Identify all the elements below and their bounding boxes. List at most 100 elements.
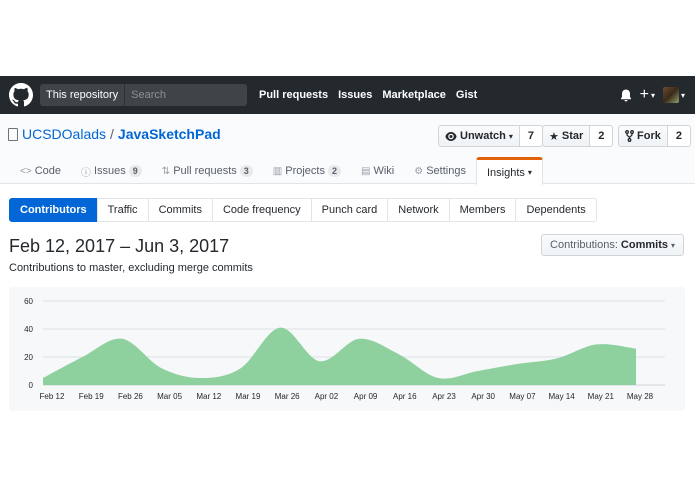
date-range-title: Feb 12, 2017 – Jun 3, 2017 <box>9 236 230 256</box>
tab-projects[interactable]: ▥ Projects 2 <box>263 157 351 185</box>
subnav-members[interactable]: Members <box>448 198 517 222</box>
issue-icon: ⓘ <box>80 167 91 179</box>
fork-icon <box>625 130 634 142</box>
x-tick-label: Apr 02 <box>315 392 339 401</box>
x-tick-label: Apr 23 <box>432 392 456 401</box>
chevron-down-icon: ▾ <box>527 168 532 177</box>
x-tick-label: Mar 19 <box>236 392 261 401</box>
watchers-count[interactable]: 7 <box>519 125 543 147</box>
y-tick-label: 40 <box>24 325 33 334</box>
x-tick-label: Feb 19 <box>79 392 104 401</box>
star-button[interactable]: ★ Star <box>542 125 591 147</box>
contributions-type-dropdown[interactable]: Contributions: Commits ▾ <box>541 234 684 256</box>
fork-label: Fork <box>637 130 661 142</box>
x-tick-label: Apr 09 <box>354 392 378 401</box>
tab-issues[interactable]: ⓘ Issues 9 <box>71 157 152 185</box>
insights-subnav: Contributors Traffic Commits Code freque… <box>9 198 597 222</box>
tab-wiki[interactable]: ▤ Wiki <box>351 157 404 185</box>
repo-nav: <> Code ⓘ Issues 9 ⇅ Pull requests 3 ▥ P… <box>0 157 543 186</box>
subnav-punch-card[interactable]: Punch card <box>310 198 389 222</box>
search-input[interactable] <box>125 84 246 106</box>
pull-requests-counter: 3 <box>239 165 253 177</box>
chevron-down-icon: ▾ <box>650 90 655 100</box>
tab-code-label: Code <box>34 165 61 177</box>
dropdown-value: Commits <box>620 239 668 251</box>
chevron-down-icon: ▾ <box>680 90 685 100</box>
code-icon: <> <box>20 165 32 177</box>
project-icon: ▥ <box>272 165 283 177</box>
tab-pull-requests-label: Pull requests <box>173 165 237 177</box>
plus-icon: + <box>639 86 649 103</box>
x-tick-label: May 07 <box>509 392 536 401</box>
nav-issues[interactable]: Issues <box>338 89 372 101</box>
pull-request-icon: ⇅ <box>161 165 171 177</box>
watch-group: Unwatch ▾ 7 <box>438 125 543 147</box>
repo-title: UCSDOalads / JavaSketchPad <box>8 126 221 142</box>
create-new-button[interactable]: + ▾ <box>640 87 655 103</box>
github-logo-icon[interactable] <box>9 83 33 107</box>
subnav-code-frequency[interactable]: Code frequency <box>211 198 312 222</box>
contributions-chart: 0 20 40 60 Feb 12 Feb 19 Feb 26 Mar 05 Mar 12 Mar… <box>9 287 685 411</box>
x-tick-label: Feb 26 <box>118 392 143 401</box>
bell-icon[interactable] <box>620 89 632 102</box>
repo-header: UCSDOalads / JavaSketchPad Unwatch ▾ 7 ★… <box>0 114 695 186</box>
x-tick-label: Mar 12 <box>196 392 221 401</box>
projects-counter: 2 <box>328 165 342 177</box>
tab-settings[interactable]: ⚙ Settings <box>404 157 476 185</box>
eye-icon <box>445 131 457 141</box>
repo-separator: / <box>110 126 114 142</box>
star-label: Star <box>561 130 584 142</box>
profile-menu-button[interactable]: ▾ <box>662 87 685 103</box>
repo-name-link[interactable]: JavaSketchPad <box>118 126 221 142</box>
nav-gist[interactable]: Gist <box>456 89 477 101</box>
dropdown-prefix: Contributions: <box>550 239 618 251</box>
subnav-contributors[interactable]: Contributors <box>9 198 98 222</box>
subnav-commits[interactable]: Commits <box>147 198 213 222</box>
search-scope: This repository <box>40 84 247 106</box>
nav-pull-requests[interactable]: Pull requests <box>259 89 328 101</box>
book-icon: ▤ <box>361 165 371 177</box>
global-nav: Pull requests Issues Marketplace Gist <box>259 76 487 114</box>
x-tick-label: Mar 26 <box>275 392 300 401</box>
x-tick-label: May 21 <box>588 392 615 401</box>
forks-count[interactable]: 2 <box>667 125 691 147</box>
user-menu-area: + ▾ ▾ <box>620 76 685 114</box>
chevron-down-icon: ▾ <box>670 240 675 250</box>
y-tick-label: 20 <box>24 353 33 362</box>
unwatch-button[interactable]: Unwatch ▾ <box>438 125 520 147</box>
contributions-area <box>43 327 636 385</box>
nav-marketplace[interactable]: Marketplace <box>382 89 446 101</box>
y-tick-label: 0 <box>29 381 34 390</box>
issues-counter: 9 <box>128 165 142 177</box>
x-tick-label: May 14 <box>548 392 575 401</box>
x-tick-label: Apr 30 <box>471 392 495 401</box>
subnav-traffic[interactable]: Traffic <box>96 198 149 222</box>
tab-pull-requests[interactable]: ⇅ Pull requests 3 <box>152 157 263 185</box>
avatar <box>662 87 679 103</box>
chevron-down-icon: ▾ <box>508 131 513 141</box>
y-tick-label: 60 <box>24 297 33 306</box>
tab-code[interactable]: <> Code <box>10 157 71 185</box>
unwatch-label: Unwatch <box>460 130 506 142</box>
subnav-network[interactable]: Network <box>387 198 450 222</box>
scope-label: This repository <box>40 84 126 106</box>
top-header: This repository Pull requests Issues Mar… <box>0 76 695 114</box>
tab-projects-label: Projects <box>285 165 325 177</box>
fork-button[interactable]: Fork <box>618 125 668 147</box>
tab-insights[interactable]: Insights ▾ <box>475 157 543 186</box>
stargazers-count[interactable]: 2 <box>590 125 614 147</box>
x-tick-label: Mar 05 <box>157 392 182 401</box>
tab-issues-label: Issues <box>93 165 126 177</box>
gear-icon: ⚙ <box>414 165 424 177</box>
star-icon: ★ <box>549 130 559 143</box>
tab-wiki-label: Wiki <box>373 165 395 177</box>
subnav-dependents[interactable]: Dependents <box>515 198 597 222</box>
fork-group: Fork 2 <box>618 125 691 147</box>
x-tick-label: Feb 12 <box>40 392 65 401</box>
tab-settings-label: Settings <box>426 165 466 177</box>
date-range-subtitle: Contributions to master, excluding merge… <box>9 262 253 274</box>
x-tick-label: May 28 <box>627 392 654 401</box>
tab-insights-label: Insights <box>486 166 525 179</box>
repo-owner-link[interactable]: UCSDOalads <box>22 126 106 142</box>
star-group: ★ Star 2 <box>542 125 614 147</box>
